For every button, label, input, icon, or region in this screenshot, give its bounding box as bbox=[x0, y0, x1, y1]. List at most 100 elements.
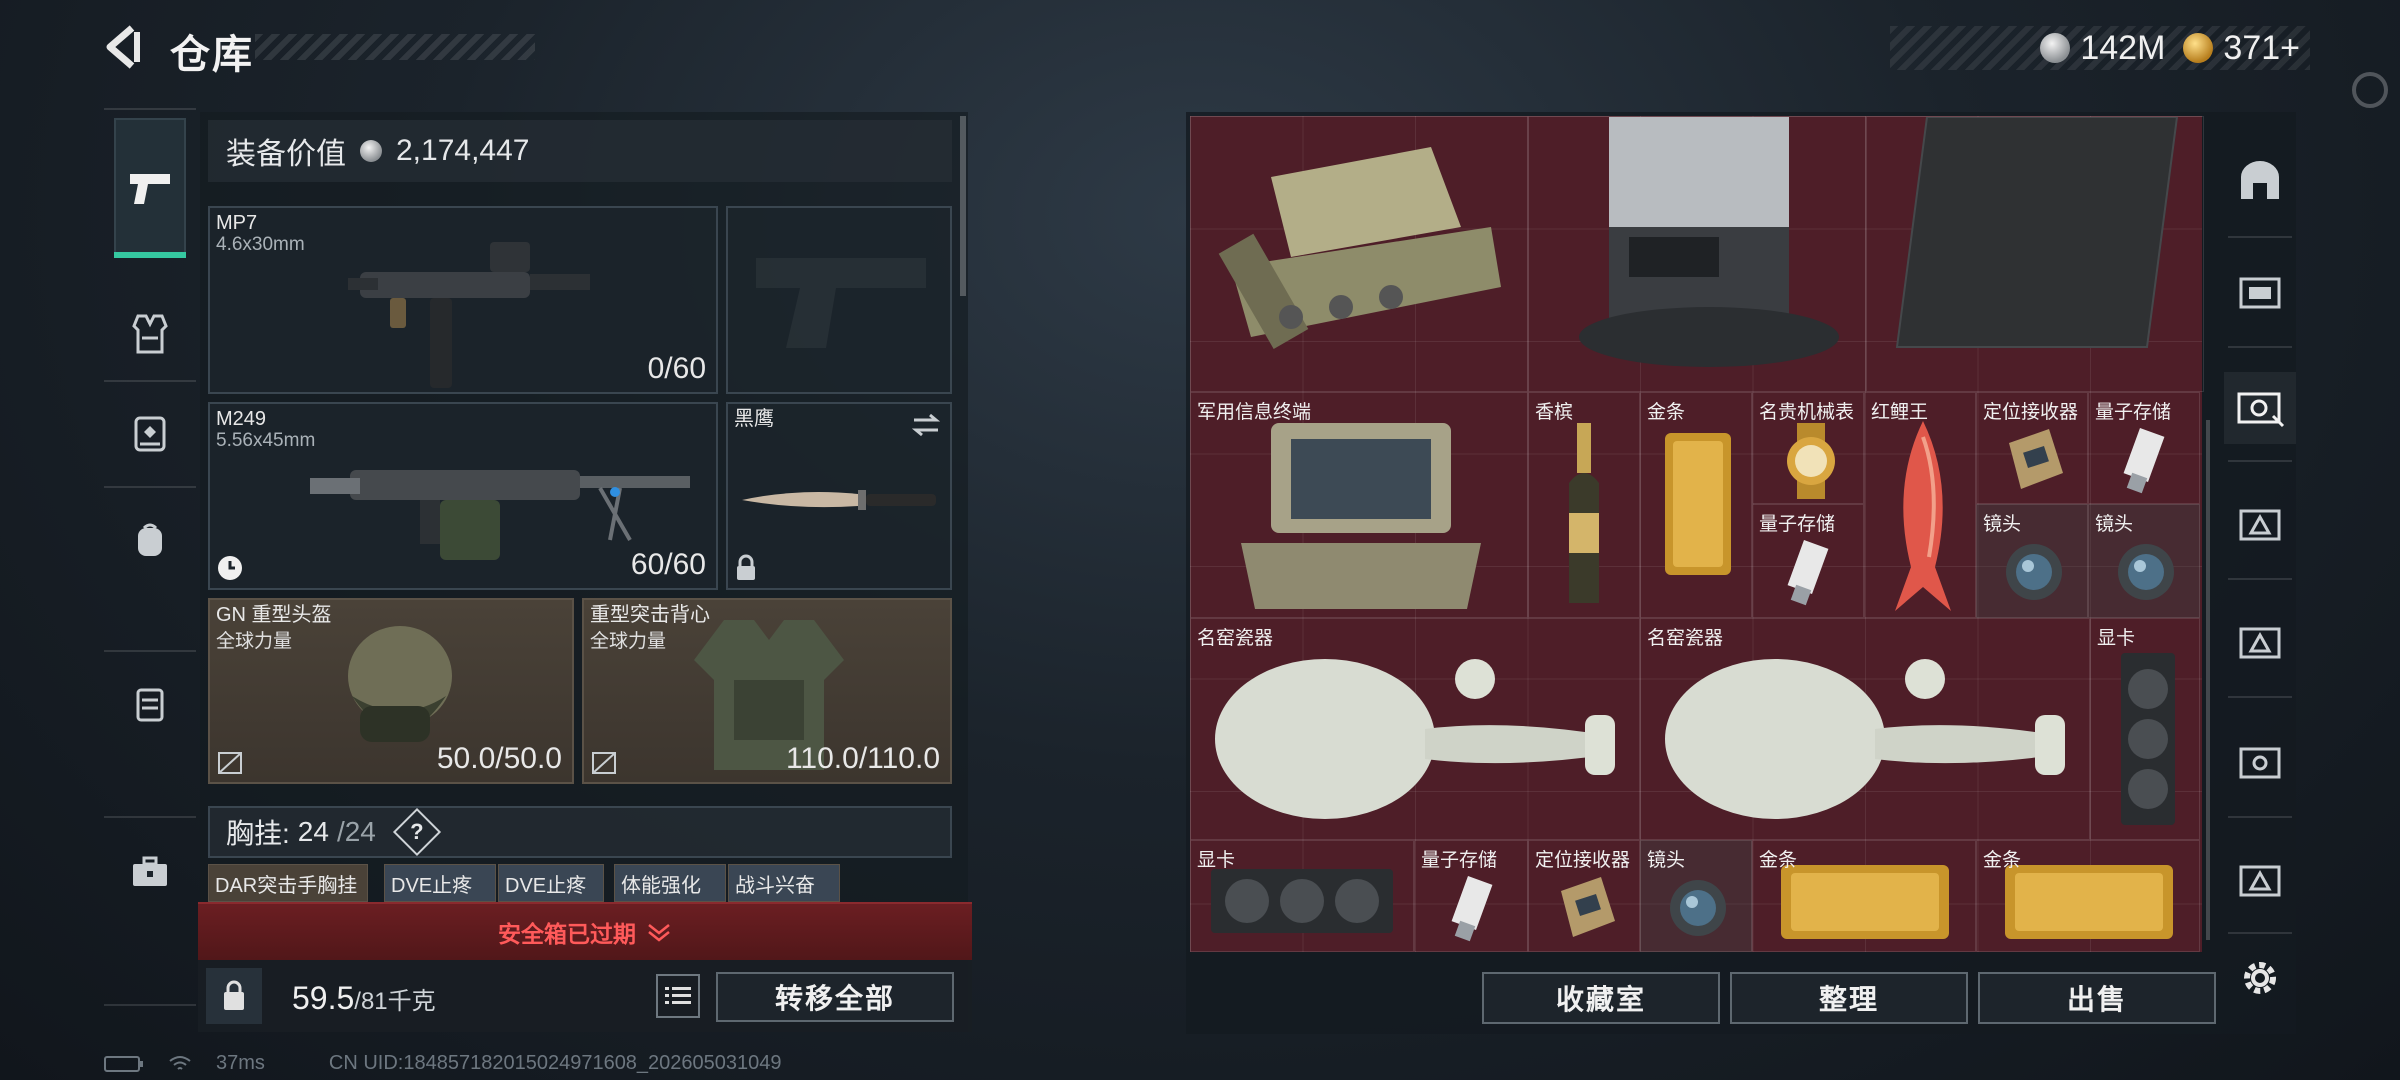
robot-dock-icon bbox=[1579, 117, 1839, 367]
rig-used: 24 bbox=[297, 816, 329, 847]
sell-button[interactable]: 出售 bbox=[1978, 972, 2216, 1024]
camera-stash-icon bbox=[2237, 392, 2285, 428]
stash-item-koi[interactable]: 红鲤王 bbox=[1864, 392, 1976, 618]
nav-rig[interactable] bbox=[114, 398, 186, 470]
silver-currency: 142M bbox=[2040, 29, 2165, 68]
stash-tab-3c[interactable] bbox=[2224, 844, 2296, 916]
list-view-button[interactable] bbox=[656, 974, 700, 1018]
help-mark: ? bbox=[410, 818, 424, 844]
nav-divider bbox=[104, 650, 196, 652]
vest-icon bbox=[132, 314, 168, 354]
title-decoration bbox=[255, 34, 535, 60]
help-icon[interactable]: ? bbox=[392, 807, 441, 857]
nav-backpack[interactable] bbox=[114, 504, 186, 576]
primary-weapon-slot[interactable]: MP7 4.6x30mm 0/60 bbox=[208, 206, 718, 394]
stash-tabs-rail bbox=[2224, 116, 2296, 1034]
swap-icon[interactable] bbox=[910, 412, 942, 438]
rig-item[interactable]: 战斗兴奋剂 bbox=[728, 864, 840, 902]
armor-faction: 全球力量 bbox=[590, 631, 667, 652]
rig-item[interactable]: 体能强化剂 bbox=[614, 864, 726, 902]
camera-lens-icon bbox=[2006, 544, 2062, 600]
stash-item-porcelain-vase[interactable]: 名窑瓷器 bbox=[1640, 618, 2090, 840]
safe-box-expired-banner[interactable]: 安全箱已过期 bbox=[198, 902, 972, 960]
terminal-case-icon bbox=[1241, 423, 1481, 609]
item-label: 金条 bbox=[1647, 402, 1686, 423]
stash-tab-4b[interactable] bbox=[2224, 726, 2296, 798]
silver-coin-icon bbox=[360, 140, 382, 162]
chest-rig-icon bbox=[134, 416, 166, 452]
stash-item-gold-bar[interactable]: 金条 bbox=[1640, 392, 1752, 618]
stash-item-watch[interactable]: 名贵机械表 bbox=[1752, 392, 1864, 504]
clock-icon bbox=[218, 556, 242, 580]
champagne-bottle-icon bbox=[1569, 423, 1599, 603]
stash-item-lens[interactable]: 镜头 bbox=[2088, 504, 2200, 618]
usb-drive-icon bbox=[2123, 428, 2165, 494]
nav-divider bbox=[104, 816, 196, 818]
stash-item-graphics-card[interactable]: 显卡 bbox=[1190, 840, 1414, 952]
stash-item-gold-bar[interactable]: 金条 bbox=[1976, 840, 2200, 952]
status-line: 37ms CN UID:18485718201502497160‌8_20260… bbox=[104, 1052, 782, 1075]
melee-slot[interactable]: 黑鹰 bbox=[726, 402, 952, 590]
armor-slot[interactable]: 重型突击背心 全球力量 110.0/110.0 bbox=[582, 598, 952, 784]
gold-currency[interactable]: 371+ bbox=[2183, 29, 2300, 68]
item-label: 显卡 bbox=[1197, 850, 1236, 871]
backpack-icon bbox=[138, 523, 162, 556]
stash-tier-icon bbox=[2239, 627, 2281, 659]
porcelain-vase-icon bbox=[1215, 659, 1615, 819]
organize-button[interactable]: 整理 bbox=[1730, 972, 1968, 1024]
nav-safe-box[interactable] bbox=[114, 668, 186, 740]
stash-scrollbar[interactable] bbox=[2206, 420, 2210, 940]
stash-settings-button[interactable] bbox=[2224, 942, 2296, 1014]
koi-fish-icon bbox=[1895, 421, 1951, 611]
stash-tier-icon bbox=[2239, 865, 2281, 897]
nav-armor-vest[interactable] bbox=[114, 298, 186, 370]
gold-bar-icon bbox=[1665, 433, 1731, 575]
stash-item-locator[interactable]: 定位接收器 bbox=[1528, 840, 1640, 952]
stash-tab-hideout[interactable] bbox=[2224, 144, 2296, 216]
camera-lens-icon bbox=[1670, 880, 1726, 936]
secondary-weapon-slot[interactable]: M249 5.56x45mm 60/60 bbox=[208, 402, 718, 590]
stash-item-quantum-storage[interactable]: 量子存储 bbox=[2088, 392, 2200, 504]
stash-item-lens[interactable]: 镜头 bbox=[1976, 504, 2088, 618]
rig-item[interactable]: DVE止疼片 bbox=[384, 864, 496, 902]
item-label: 量子存储 bbox=[2095, 402, 2172, 423]
battery-icon bbox=[104, 1055, 143, 1072]
rig-capacity: /24 bbox=[336, 816, 376, 847]
helmet-slot[interactable]: GN 重型头盔 全球力量 50.0/50.0 bbox=[208, 598, 574, 784]
stash-item-gold-bar[interactable]: 金条 bbox=[1752, 840, 1976, 952]
nav-toolbox[interactable] bbox=[114, 836, 186, 908]
weapon-ammo: 60/60 bbox=[630, 548, 706, 581]
stash-item-robot-vacuum[interactable] bbox=[1528, 116, 1866, 392]
item-label: 显卡 bbox=[2097, 628, 2136, 649]
stash-item-carbon-plate[interactable] bbox=[1866, 116, 2204, 392]
stash-item-quantum-storage[interactable]: 量子存储 bbox=[1414, 840, 1528, 952]
stash-tab-3b[interactable] bbox=[2224, 606, 2296, 678]
item-label: 镜头 bbox=[2095, 514, 2134, 535]
stash-tab-3a[interactable] bbox=[2224, 488, 2296, 560]
collection-room-button[interactable]: 收藏室 bbox=[1482, 972, 1720, 1024]
rig-item[interactable]: DVE止疼片 bbox=[498, 864, 604, 902]
toolbox-icon bbox=[133, 856, 167, 886]
stash-item-quantum-storage[interactable]: 量子存储 bbox=[1752, 504, 1864, 618]
nav-weapons[interactable] bbox=[114, 118, 186, 258]
stash-item-terminal[interactable]: 军用信息终端 bbox=[1190, 392, 1528, 618]
silver-amount: 142M bbox=[2080, 28, 2166, 67]
stash-item-lens[interactable]: 镜头 bbox=[1640, 840, 1752, 952]
back-button[interactable] bbox=[100, 22, 150, 72]
hideout-icon bbox=[2241, 161, 2279, 199]
sidearm-slot-empty[interactable] bbox=[726, 206, 952, 394]
stash-item-locator[interactable]: 定位接收器 bbox=[1976, 392, 2088, 504]
transfer-all-button[interactable]: 转移全部 bbox=[716, 972, 954, 1022]
stash-item-porcelain-vase[interactable]: 名窑瓷器 bbox=[1190, 618, 1640, 840]
stash-item-graphics-card[interactable]: 显卡 bbox=[2090, 618, 2200, 840]
no-insure-icon bbox=[218, 752, 242, 774]
settings-ring-icon[interactable] bbox=[2352, 72, 2388, 108]
case-icon bbox=[136, 688, 164, 722]
stash-item-champagne[interactable]: 香槟 bbox=[1528, 392, 1640, 618]
stash-item-tank[interactable] bbox=[1190, 116, 1528, 392]
rig-item[interactable]: DAR突击手胸挂 bbox=[208, 864, 368, 902]
chest-rig-header[interactable]: 胸挂: 24/24 ? bbox=[208, 806, 952, 858]
stash-tab-current[interactable] bbox=[2224, 372, 2296, 444]
equipment-scrollbar[interactable] bbox=[960, 116, 966, 296]
stash-tab-4a[interactable] bbox=[2224, 256, 2296, 328]
